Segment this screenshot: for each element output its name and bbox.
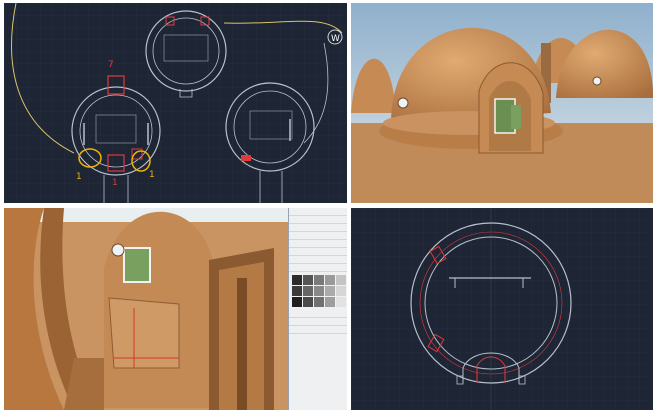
- material-swatch[interactable]: [292, 286, 302, 296]
- material-swatch[interactable]: [292, 297, 302, 307]
- tray-row[interactable]: [289, 224, 347, 232]
- porthole-window: [397, 97, 409, 109]
- material-swatch[interactable]: [336, 275, 346, 285]
- interior-canvas: [4, 208, 289, 410]
- tray-row[interactable]: [289, 232, 347, 240]
- material-swatch[interactable]: [336, 286, 346, 296]
- annotation-label: 7: [108, 60, 114, 70]
- tray-row[interactable]: [289, 248, 347, 256]
- tray-row[interactable]: [289, 326, 347, 334]
- annotation-label: 1: [149, 170, 155, 180]
- tray-row[interactable]: [289, 318, 347, 326]
- tray-row[interactable]: [289, 216, 347, 224]
- material-swatch[interactable]: [314, 297, 324, 307]
- cad-drawing-canvas-2[interactable]: [351, 208, 653, 410]
- material-swatch[interactable]: [303, 286, 313, 296]
- cad-plan-view-top[interactable]: 7 1 1 1 W: [4, 3, 347, 203]
- cad-drawing-canvas[interactable]: 7 1 1 1 W: [4, 3, 347, 203]
- tray-row[interactable]: [289, 310, 347, 318]
- material-swatches[interactable]: [289, 272, 347, 310]
- material-swatch[interactable]: [303, 275, 313, 285]
- material-swatch[interactable]: [325, 275, 335, 285]
- material-swatch[interactable]: [292, 275, 302, 285]
- render-view-interior[interactable]: [4, 208, 347, 410]
- material-swatch[interactable]: [314, 275, 324, 285]
- material-swatch[interactable]: [325, 297, 335, 307]
- tray-row[interactable]: [289, 256, 347, 264]
- material-swatch[interactable]: [325, 286, 335, 296]
- material-swatch[interactable]: [314, 286, 324, 296]
- compass-label: W: [331, 34, 340, 44]
- tray-row[interactable]: [289, 264, 347, 272]
- tray-row[interactable]: [289, 208, 347, 216]
- tray-panel[interactable]: [288, 208, 347, 410]
- annotation-label: 1: [112, 178, 118, 188]
- annotation-label: 1: [76, 172, 82, 182]
- render-view-exterior[interactable]: [351, 3, 653, 203]
- cad-plan-view-bottom[interactable]: [351, 208, 653, 410]
- material-swatch[interactable]: [303, 297, 313, 307]
- material-swatch[interactable]: [336, 297, 346, 307]
- render-canvas: [351, 3, 653, 203]
- tray-row[interactable]: [289, 240, 347, 248]
